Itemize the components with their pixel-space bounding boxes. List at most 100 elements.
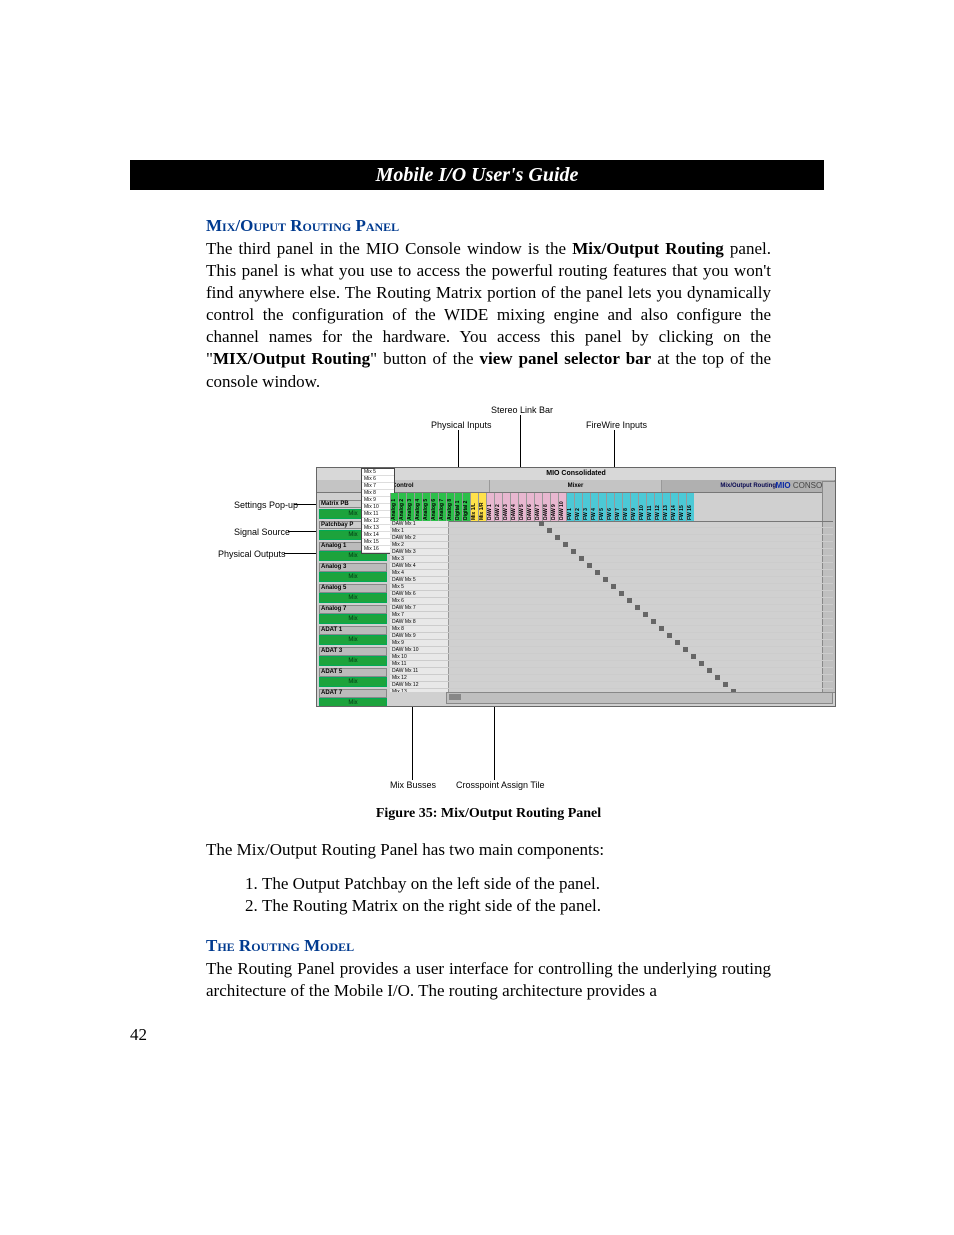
input-header[interactable]: DAW 8: [542, 493, 550, 521]
row-cells[interactable]: [449, 668, 833, 674]
crosspoint-assigned[interactable]: [643, 612, 648, 617]
input-header[interactable]: Analog 1: [390, 493, 398, 521]
input-header[interactable]: FW 8: [622, 493, 630, 521]
output-source-select[interactable]: Mix: [319, 593, 387, 603]
input-header[interactable]: FW 1: [566, 493, 574, 521]
input-header[interactable]: FW 13: [662, 493, 670, 521]
row-cells[interactable]: [449, 598, 833, 604]
row-cells[interactable]: [449, 675, 833, 681]
crosspoint-assigned[interactable]: [611, 584, 616, 589]
input-header[interactable]: DAW 6: [526, 493, 534, 521]
input-header[interactable]: Analog 7: [438, 493, 446, 521]
input-header[interactable]: FW 3: [582, 493, 590, 521]
input-header[interactable]: Analog 6: [430, 493, 438, 521]
output-source-select[interactable]: Mix: [319, 656, 387, 666]
crosspoint-assigned[interactable]: [579, 556, 584, 561]
row-cells[interactable]: [449, 584, 833, 590]
output-source-select[interactable]: Mix: [319, 614, 387, 624]
input-header[interactable]: DAW 3: [502, 493, 510, 521]
input-header[interactable]: FW 14: [670, 493, 678, 521]
hscroll[interactable]: [446, 692, 833, 704]
row-cells[interactable]: [449, 661, 833, 667]
input-header[interactable]: FW 5: [598, 493, 606, 521]
row-cells[interactable]: [449, 549, 833, 555]
input-header[interactable]: DAW 5: [518, 493, 526, 521]
crosspoint-assigned[interactable]: [723, 682, 728, 687]
row-cells[interactable]: [449, 542, 833, 548]
tab-mixer[interactable]: Mixer: [490, 480, 663, 492]
row-cells[interactable]: [449, 563, 833, 569]
input-header[interactable]: DAW 2: [494, 493, 502, 521]
crosspoint-assigned[interactable]: [675, 640, 680, 645]
input-header[interactable]: Analog 2: [398, 493, 406, 521]
crosspoint-assigned[interactable]: [571, 549, 576, 554]
row-cells[interactable]: [449, 654, 833, 660]
crosspoint-assigned[interactable]: [619, 591, 624, 596]
crosspoint-assigned[interactable]: [699, 661, 704, 666]
tab-control[interactable]: Control: [317, 480, 490, 492]
input-header[interactable]: Analog 4: [414, 493, 422, 521]
output-source-select[interactable]: Mix: [319, 677, 387, 687]
crosspoint-assigned[interactable]: [691, 654, 696, 659]
row-cells[interactable]: [449, 591, 833, 597]
input-header[interactable]: DAW 10: [558, 493, 566, 521]
row-cells[interactable]: [449, 640, 833, 646]
input-header[interactable]: Mix 1/R: [478, 493, 486, 521]
input-header[interactable]: Analog 3: [406, 493, 414, 521]
row-cells[interactable]: [449, 682, 833, 688]
row-cells[interactable]: [449, 535, 833, 541]
input-header[interactable]: DAW 9: [550, 493, 558, 521]
output-source-select[interactable]: Mix: [319, 635, 387, 645]
crosspoint-assigned[interactable]: [563, 542, 568, 547]
row-cells[interactable]: [449, 626, 833, 632]
output-source-select[interactable]: Mix: [319, 698, 387, 707]
input-header[interactable]: Digital 1: [454, 493, 462, 521]
row-cells[interactable]: [449, 647, 833, 653]
input-header[interactable]: Analog 8: [446, 493, 454, 521]
row-cells[interactable]: [449, 619, 833, 625]
input-header[interactable]: FW 11: [646, 493, 654, 521]
row-cells[interactable]: [449, 521, 833, 527]
mix-option[interactable]: Mix 5: [362, 469, 394, 476]
row-cells[interactable]: [449, 556, 833, 562]
crosspoint-assigned[interactable]: [555, 535, 560, 540]
input-header[interactable]: DAW 4: [510, 493, 518, 521]
input-header[interactable]: Digital 2: [462, 493, 470, 521]
crosspoint-assigned[interactable]: [635, 605, 640, 610]
crosspoint-assigned[interactable]: [603, 577, 608, 582]
input-header[interactable]: FW 6: [606, 493, 614, 521]
row-cells[interactable]: [449, 605, 833, 611]
crosspoint-assigned[interactable]: [651, 619, 656, 624]
input-header[interactable]: FW 2: [574, 493, 582, 521]
crosspoint-assigned[interactable]: [683, 647, 688, 652]
row-cells[interactable]: [449, 570, 833, 576]
crosspoint-assigned[interactable]: [547, 528, 552, 533]
input-header[interactable]: Analog 5: [422, 493, 430, 521]
mix-option[interactable]: Mix 7: [362, 483, 394, 490]
input-header[interactable]: DAW 7: [534, 493, 542, 521]
input-header[interactable]: FW 10: [638, 493, 646, 521]
input-header[interactable]: FW 12: [654, 493, 662, 521]
input-header[interactable]: FW 16: [686, 493, 694, 521]
hscroll-thumb[interactable]: [449, 694, 461, 700]
input-header[interactable]: FW 7: [614, 493, 622, 521]
input-header[interactable]: FW 15: [678, 493, 686, 521]
input-header[interactable]: FW 9: [630, 493, 638, 521]
row-cells[interactable]: [449, 633, 833, 639]
crosspoint-assigned[interactable]: [627, 598, 632, 603]
crosspoint-assigned[interactable]: [667, 633, 672, 638]
input-header[interactable]: Mix 1/L: [470, 493, 478, 521]
row-cells[interactable]: [449, 612, 833, 618]
crosspoint-assigned[interactable]: [587, 563, 592, 568]
crosspoint-assigned[interactable]: [539, 521, 544, 526]
row-cells[interactable]: [449, 577, 833, 583]
crosspoint-assigned[interactable]: [715, 675, 720, 680]
input-header[interactable]: DAW 1: [486, 493, 494, 521]
output-source-select[interactable]: Mix: [319, 572, 387, 582]
row-cells[interactable]: [449, 528, 833, 534]
crosspoint-assigned[interactable]: [595, 570, 600, 575]
input-header[interactable]: FW 4: [590, 493, 598, 521]
crosspoint-assigned[interactable]: [659, 626, 664, 631]
mix-option[interactable]: Mix 6: [362, 476, 394, 483]
crosspoint-assigned[interactable]: [707, 668, 712, 673]
